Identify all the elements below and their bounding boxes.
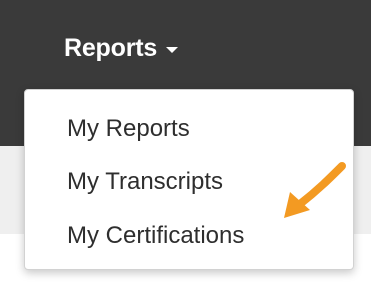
- reports-menu-toggle[interactable]: Reports: [64, 30, 179, 66]
- pointer-arrow-icon: [284, 162, 346, 218]
- menu-item-my-transcripts[interactable]: My Transcripts: [67, 170, 223, 194]
- menu-item-my-certifications[interactable]: My Certifications: [67, 224, 244, 248]
- menu-item-my-reports[interactable]: My Reports: [67, 117, 190, 141]
- reports-menu-label: Reports: [64, 33, 158, 62]
- caret-down-icon: [166, 47, 179, 53]
